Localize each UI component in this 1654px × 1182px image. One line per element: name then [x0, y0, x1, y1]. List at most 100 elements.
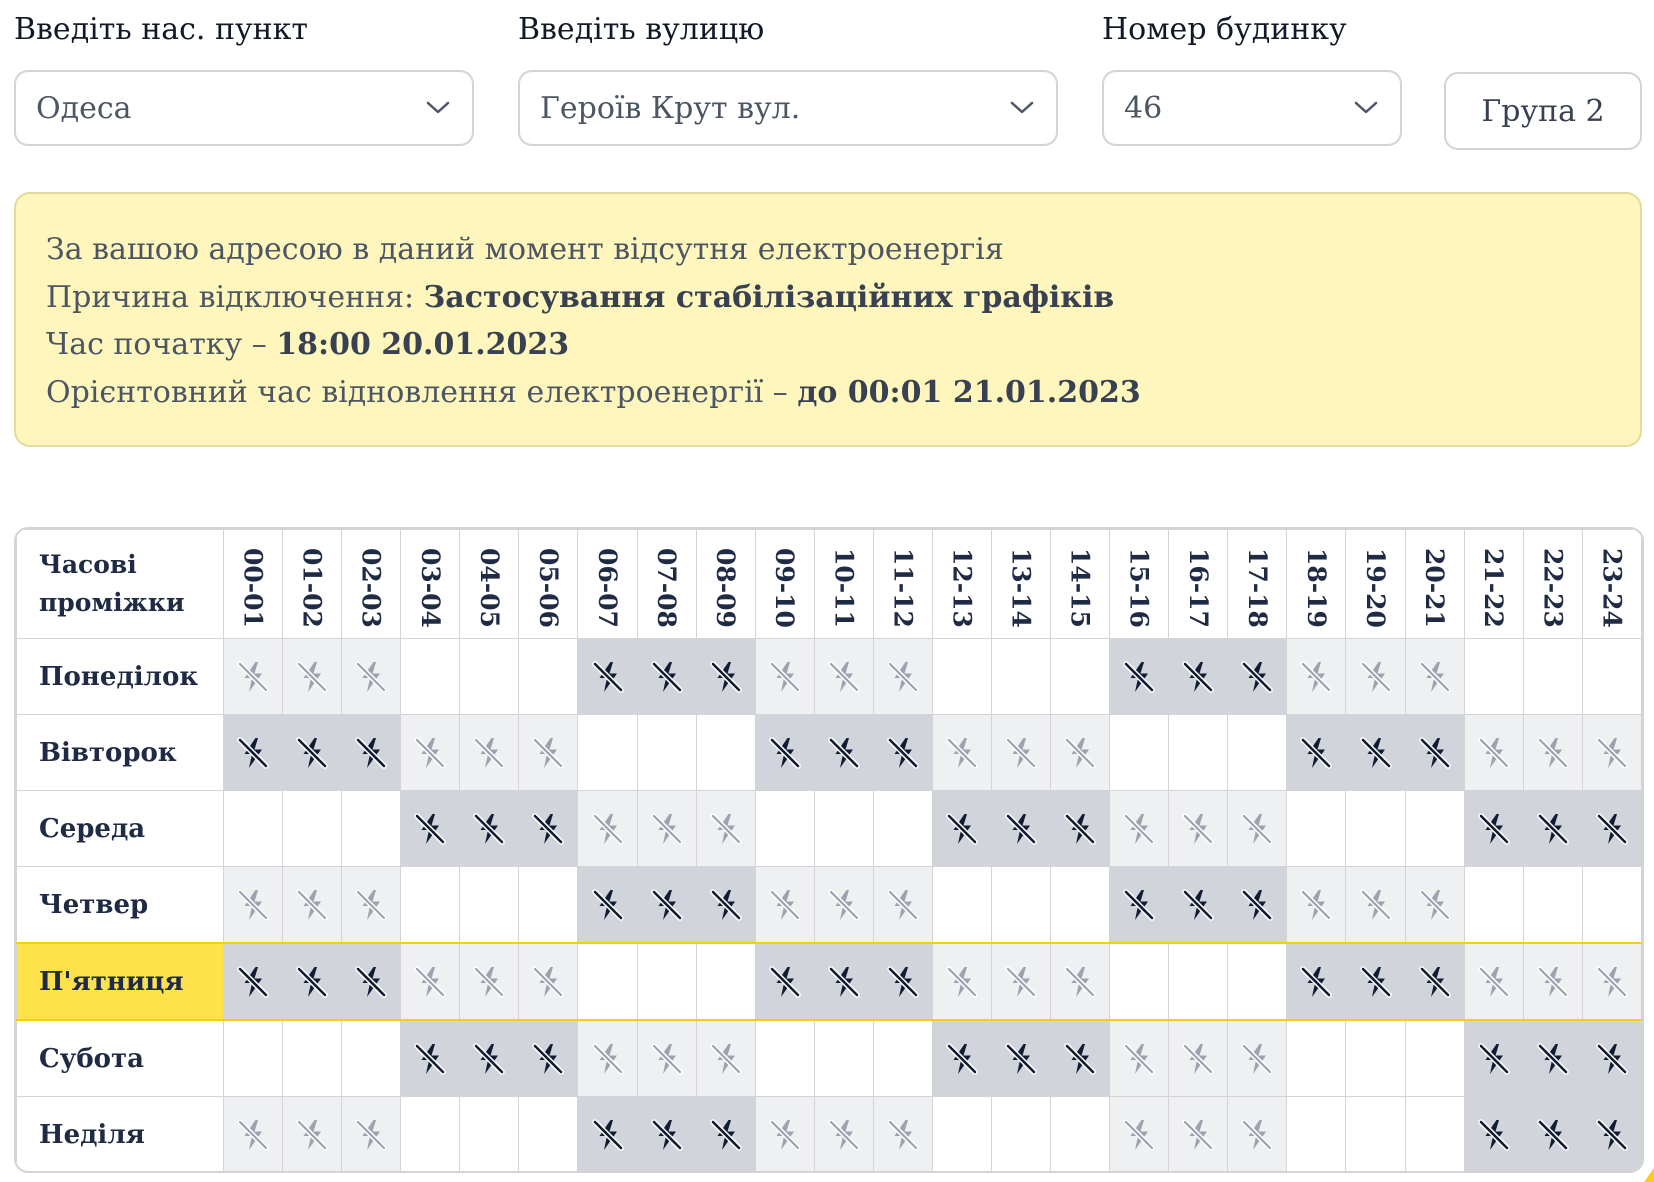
possible-outage-icon — [1359, 888, 1393, 922]
header-line-2: проміжки — [39, 588, 185, 617]
possible-outage-icon — [1299, 660, 1333, 694]
settlement-select[interactable]: Одеса — [14, 70, 474, 146]
hour-header: 17-18 — [1227, 529, 1288, 639]
house-number-value: 46 — [1124, 90, 1163, 126]
day-label: Неділя — [16, 1096, 224, 1171]
possible-outage-icon — [827, 1118, 861, 1152]
schedule-cell-off — [695, 1096, 756, 1171]
hour-label: 04-05 — [474, 548, 504, 628]
hour-header: 06-07 — [577, 529, 638, 639]
schedule-cell-on — [577, 714, 638, 791]
schedule-cell-maybe — [813, 1096, 874, 1171]
no-power-icon — [1359, 736, 1393, 770]
schedule-cell-off — [1050, 790, 1111, 867]
hour-header: 08-09 — [695, 529, 756, 639]
reason-prefix: Причина відключення: — [46, 279, 424, 315]
schedule-cell-on — [1345, 1096, 1406, 1171]
schedule-cell-on — [459, 1096, 520, 1171]
no-power-icon — [1299, 736, 1333, 770]
no-power-icon — [1299, 965, 1333, 999]
no-power-icon — [1063, 812, 1097, 846]
possible-outage-icon — [1181, 1118, 1215, 1152]
schedule-cell-off — [991, 1019, 1052, 1097]
no-power-icon — [886, 965, 920, 999]
no-power-icon — [709, 888, 743, 922]
notice-start-line: Час початку – 18:00 20.01.2023 — [46, 321, 1610, 369]
possible-outage-icon — [1299, 888, 1333, 922]
possible-outage-icon — [709, 1042, 743, 1076]
possible-outage-icon — [472, 965, 506, 999]
schedule-row: П'ятниця — [16, 942, 1642, 1021]
schedule-cell-maybe — [1522, 942, 1583, 1021]
schedule-cell-off — [1581, 1019, 1642, 1097]
schedule-row: Понеділок — [16, 638, 1642, 715]
schedule-cell-maybe — [1345, 638, 1406, 715]
notice-status-line: За вашою адресою в даний момент відсутня… — [46, 232, 1004, 267]
hour-header: 22-23 — [1522, 529, 1583, 639]
schedule-cell-off — [518, 1019, 579, 1097]
possible-outage-icon — [354, 888, 388, 922]
no-power-icon — [886, 736, 920, 770]
house-number-select[interactable]: 46 — [1102, 70, 1402, 146]
possible-outage-icon — [1595, 736, 1629, 770]
schedule-cell-off — [636, 638, 697, 715]
schedule-cell-on — [1404, 1096, 1465, 1171]
schedule-cell-maybe — [813, 866, 874, 944]
no-power-icon — [295, 965, 329, 999]
notice-restore-line: Орієнтовний час відновлення електроенерг… — [46, 369, 1610, 417]
hour-label: 07-08 — [652, 548, 682, 628]
no-power-icon — [650, 660, 684, 694]
schedule-cell-maybe — [1109, 1019, 1170, 1097]
corner-decoration — [1644, 1168, 1654, 1182]
outage-notice: За вашою адресою в даний момент відсутня… — [14, 192, 1642, 447]
schedule-cell-off — [1581, 1096, 1642, 1171]
schedule-cell-on — [931, 1096, 993, 1171]
schedule-cell-on — [1050, 638, 1111, 715]
schedule-cell-maybe — [991, 942, 1052, 1021]
schedule-cell-off — [931, 1019, 993, 1097]
schedule-cell-on — [1168, 942, 1229, 1021]
day-label: Вівторок — [16, 714, 224, 791]
schedule-cell-on — [1404, 1019, 1465, 1097]
hour-label: 20-21 — [1420, 548, 1450, 628]
possible-outage-icon — [1122, 1118, 1156, 1152]
schedule-cell-on — [1050, 1096, 1111, 1171]
schedule-cell-on — [459, 866, 520, 944]
hour-header: 10-11 — [813, 529, 874, 639]
hour-label: 05-06 — [533, 548, 563, 628]
schedule-cell-maybe — [341, 1096, 402, 1171]
schedule-cell-off — [813, 714, 874, 791]
schedule-cell-maybe — [1404, 638, 1465, 715]
settlement-value: Одеса — [36, 90, 132, 126]
hour-header: 04-05 — [459, 529, 520, 639]
hour-header: 21-22 — [1463, 529, 1524, 639]
schedule-cell-on — [1345, 1019, 1406, 1097]
possible-outage-icon — [945, 965, 979, 999]
schedule-cell-maybe — [1463, 714, 1524, 791]
schedule-cell-on — [400, 866, 461, 944]
schedule-cell-maybe — [577, 1019, 638, 1097]
hour-label: 08-09 — [711, 548, 741, 628]
possible-outage-icon — [827, 660, 861, 694]
possible-outage-icon — [650, 812, 684, 846]
schedule-cell-off — [1522, 1096, 1583, 1171]
hour-header: 18-19 — [1286, 529, 1347, 639]
hour-header: 09-10 — [754, 529, 815, 639]
schedule-cell-on — [695, 942, 756, 1021]
street-label: Введіть вулицю — [518, 12, 765, 47]
schedule-cell-off — [341, 714, 402, 791]
hour-label: 18-19 — [1301, 548, 1331, 628]
schedule-cell-maybe — [1227, 1019, 1288, 1097]
schedule-cell-off — [518, 790, 579, 867]
no-power-icon — [768, 965, 802, 999]
no-power-icon — [413, 812, 447, 846]
hour-header: 03-04 — [400, 529, 461, 639]
possible-outage-icon — [1181, 1042, 1215, 1076]
schedule-cell-off — [872, 714, 933, 791]
no-power-icon — [1240, 888, 1274, 922]
street-select[interactable]: Героїв Крут вул. — [518, 70, 1058, 146]
possible-outage-icon — [591, 1042, 625, 1076]
schedule-cell-maybe — [1168, 1019, 1229, 1097]
schedule-cell-off — [872, 942, 933, 1021]
no-power-icon — [1595, 1042, 1629, 1076]
